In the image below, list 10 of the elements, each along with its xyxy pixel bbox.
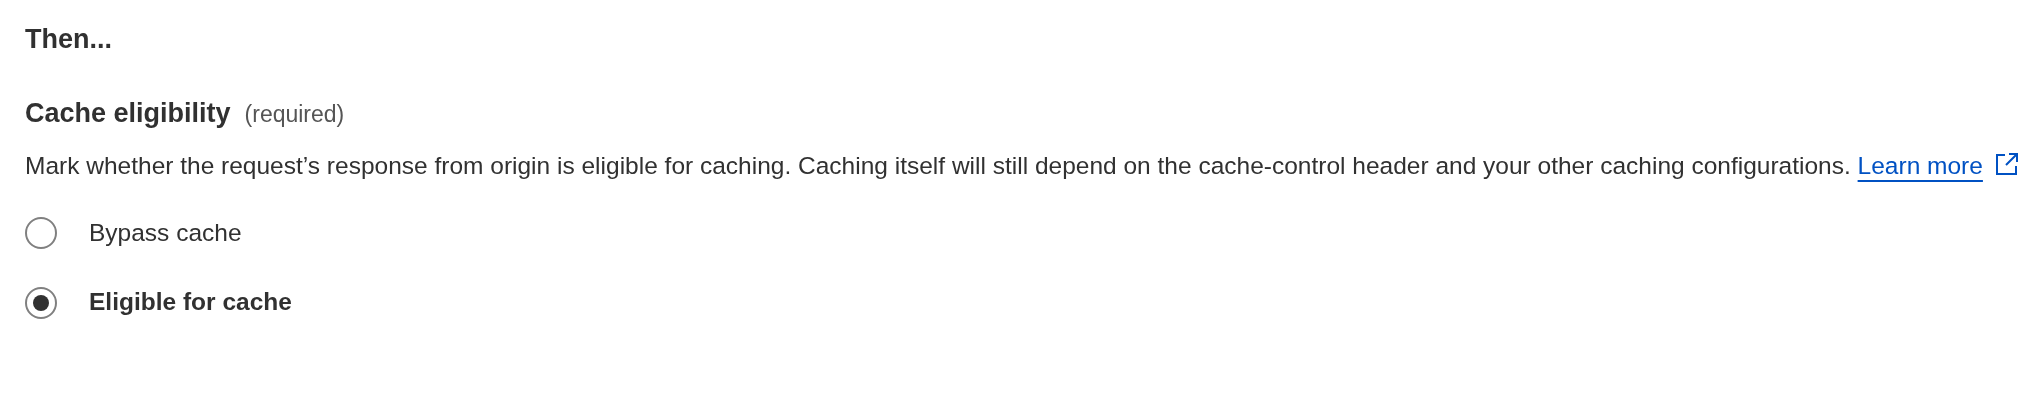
radio-button[interactable] <box>25 216 57 249</box>
section-title: Then... <box>25 23 113 56</box>
learn-more-link[interactable]: Learn more <box>1857 151 1983 179</box>
external-link-icon[interactable] <box>1994 151 2019 176</box>
radio-button[interactable] <box>25 286 57 319</box>
field-label: Cache eligibility <box>25 98 231 129</box>
required-hint: (required) <box>244 101 345 128</box>
option-label[interactable]: Eligible for cache <box>89 284 292 322</box>
option-label[interactable]: Bypass cache <box>89 214 242 252</box>
field-description: Mark whether the request’s response from origin is eligible for caching. Caching itself will still depend on the cache-control header and your other caching configurations. Learn more <box>25 145 2025 186</box>
